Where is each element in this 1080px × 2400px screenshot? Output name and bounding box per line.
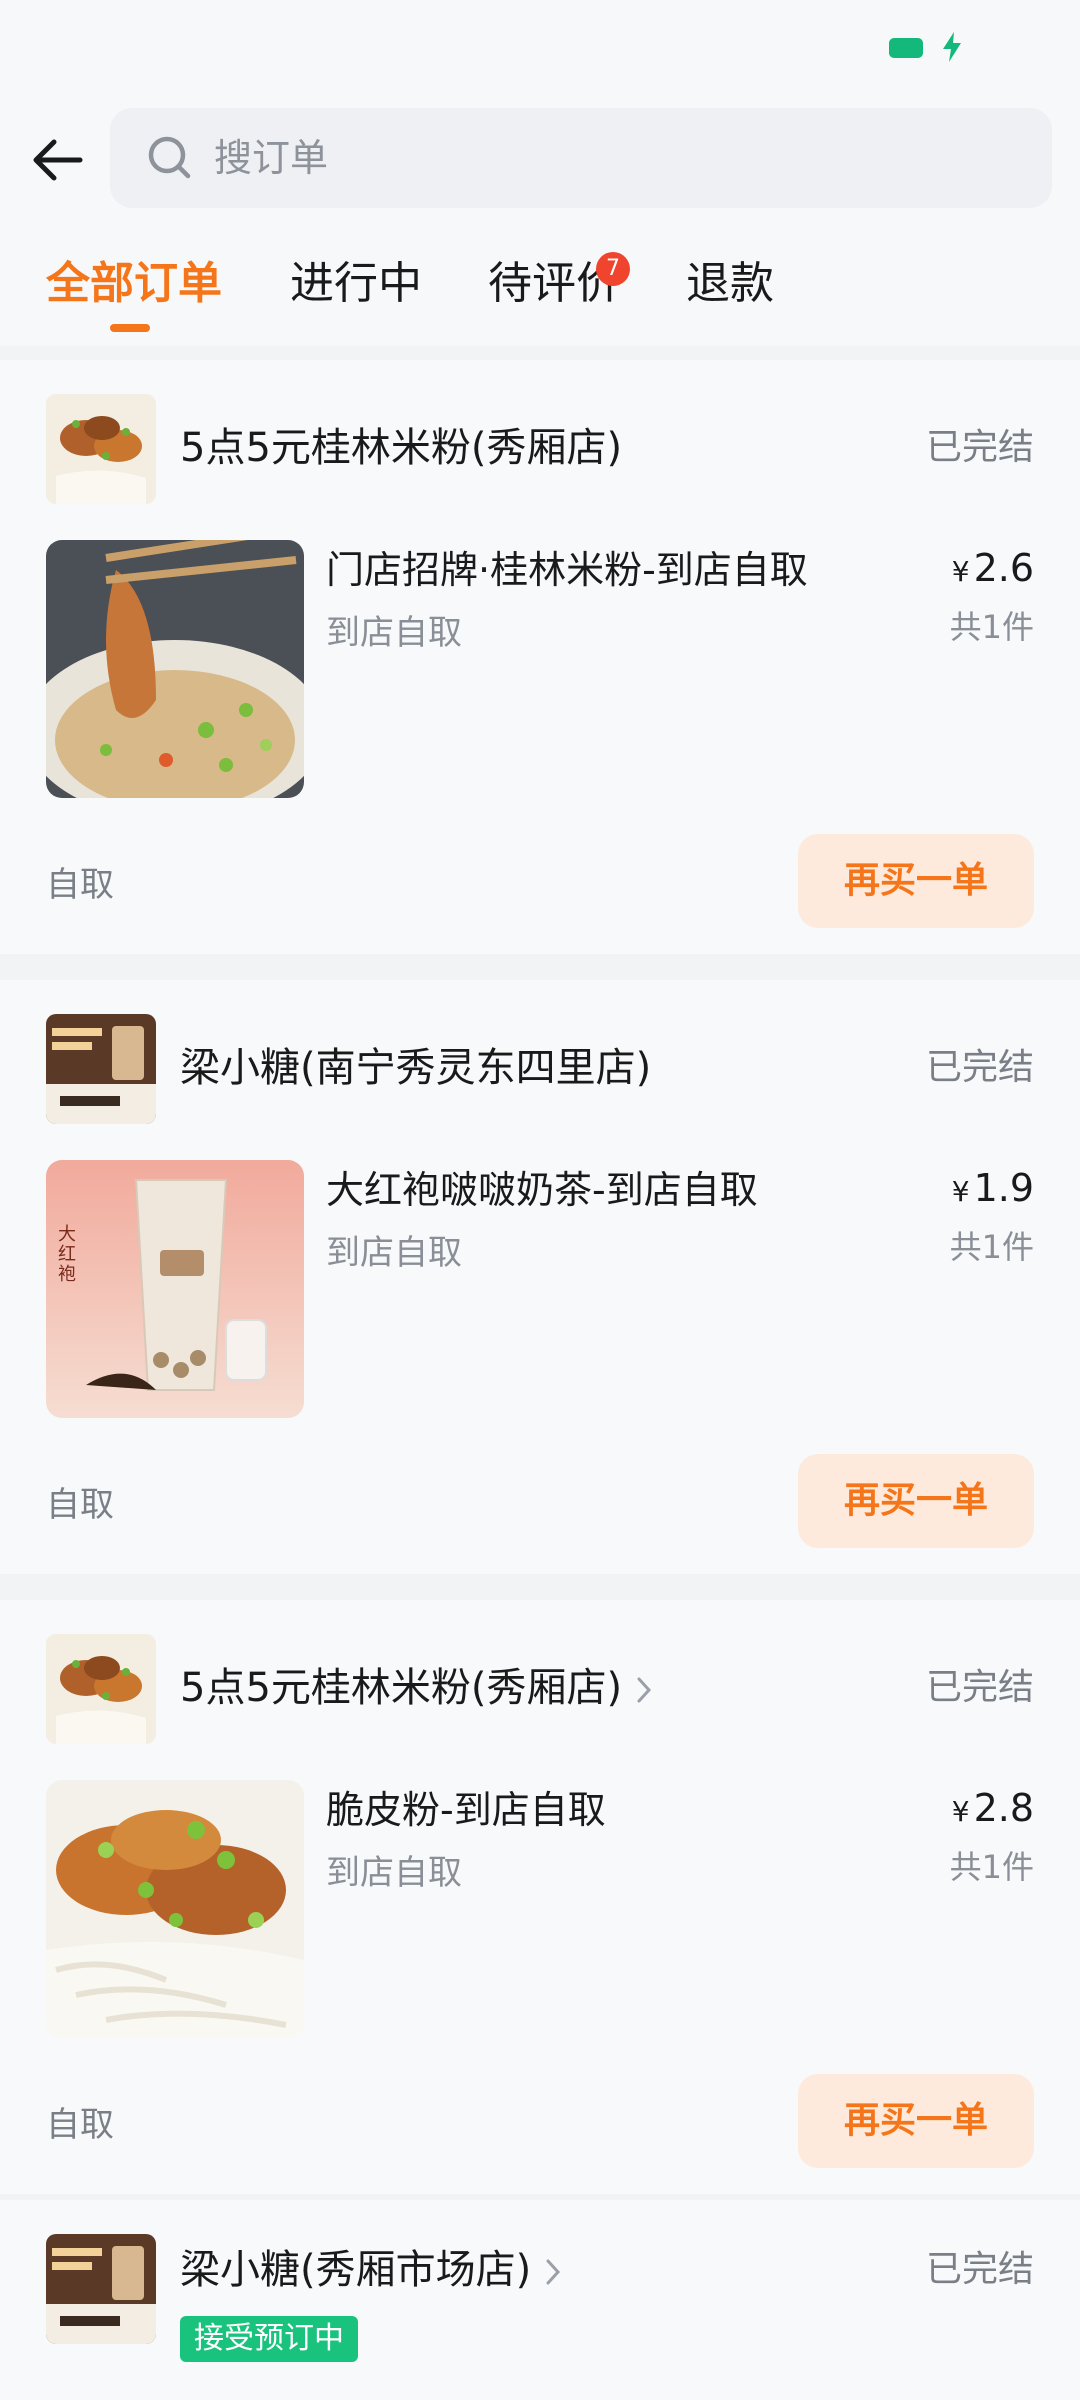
- item-quantity: 共1件: [949, 1228, 1034, 1266]
- search-placeholder: 搜订单: [214, 136, 329, 180]
- back-arrow-icon[interactable]: [28, 130, 88, 190]
- item-price: ¥1.9: [952, 1160, 1034, 1220]
- store-name-text: 5点5元桂林米粉(秀厢店): [180, 1665, 623, 1711]
- item-name[interactable]: 门店招牌·桂林米粉-到店自取: [326, 542, 808, 598]
- store-logo: [46, 1014, 156, 1124]
- preorder-tag: 接受预订中: [180, 2316, 358, 2362]
- store-logo: [46, 2234, 156, 2344]
- search-icon: [148, 136, 191, 179]
- price-value: 1.9: [973, 1166, 1034, 1210]
- store-logo: [46, 394, 156, 504]
- order-status: 已完结: [925, 427, 1034, 468]
- active-tab-indicator: [110, 324, 150, 332]
- chevron-right-icon: [637, 1677, 652, 1703]
- currency-symbol: ¥: [951, 1795, 970, 1828]
- item-price: ¥2.6: [952, 540, 1034, 600]
- item-pickup-label: 到店自取: [326, 1853, 462, 1893]
- order-card[interactable]: 梁小糖(南宁秀灵东四里店) 已完结 大 红 袍 大红袍啵啵奶茶-到店自取 到店自…: [0, 980, 1080, 1574]
- pending-review-badge: 7: [596, 252, 630, 286]
- charging-icon: [943, 32, 961, 62]
- order-method: 自取: [46, 865, 114, 905]
- order-method: 自取: [46, 1485, 114, 1525]
- store-logo: [46, 1634, 156, 1744]
- chevron-right-icon: [546, 2259, 561, 2285]
- tab-in-progress[interactable]: 进行中: [290, 254, 422, 314]
- price-value: 2.6: [973, 546, 1034, 590]
- currency-symbol: ¥: [951, 555, 970, 588]
- tab-refund[interactable]: 退款: [686, 254, 774, 314]
- order-card[interactable]: 5点5元桂林米粉(秀厢店) 已完结 脆皮粉-到店自取 到店自取 ¥2.8 共1件…: [0, 1600, 1080, 2194]
- order-method: 自取: [46, 2105, 114, 2145]
- tab-all-orders[interactable]: 全部订单: [46, 254, 222, 314]
- svg-text:袍: 袍: [58, 1264, 76, 1285]
- rebuy-button[interactable]: 再买一单: [798, 834, 1034, 928]
- battery-icon: [889, 38, 923, 58]
- item-pickup-label: 到店自取: [326, 613, 462, 653]
- store-name[interactable]: 梁小糖(南宁秀灵东四里店): [180, 1038, 651, 1098]
- item-name[interactable]: 脆皮粉-到店自取: [326, 1782, 606, 1838]
- order-tabs: 全部订单 进行中 待评价 7 退款: [0, 246, 1080, 336]
- item-pickup-label: 到店自取: [326, 1233, 462, 1273]
- store-name-text: 梁小糖(秀厢市场店): [180, 2247, 532, 2293]
- status-bar: [0, 0, 1080, 96]
- svg-text:大: 大: [58, 1224, 76, 1245]
- item-quantity: 共1件: [949, 1848, 1034, 1886]
- rebuy-button[interactable]: 再买一单: [798, 2074, 1034, 2168]
- store-name[interactable]: 梁小糖(秀厢市场店): [180, 2240, 561, 2300]
- order-card[interactable]: 梁小糖(秀厢市场店) 已完结 接受预订中: [0, 2200, 1080, 2400]
- order-status: 已完结: [925, 1667, 1034, 1708]
- item-price: ¥2.8: [952, 1780, 1034, 1840]
- svg-text:红: 红: [58, 1244, 76, 1265]
- item-quantity: 共1件: [949, 608, 1034, 646]
- item-image: [46, 1780, 304, 2038]
- rebuy-button[interactable]: 再买一单: [798, 1454, 1034, 1548]
- order-card[interactable]: 5点5元桂林米粉(秀厢店) 已完结 门店招牌·桂林米粉-到店自取 到店自取 ¥2…: [0, 360, 1080, 954]
- item-image: 大 红 袍: [46, 1160, 304, 1418]
- order-status: 已完结: [925, 2249, 1034, 2290]
- item-image: [46, 540, 304, 798]
- store-name[interactable]: 5点5元桂林米粉(秀厢店): [180, 418, 622, 478]
- header: 搜订单 全部订单 进行中 待评价 7 退款: [0, 96, 1080, 346]
- store-name[interactable]: 5点5元桂林米粉(秀厢店): [180, 1658, 652, 1718]
- item-name[interactable]: 大红袍啵啵奶茶-到店自取: [326, 1162, 758, 1218]
- price-value: 2.8: [973, 1786, 1034, 1830]
- currency-symbol: ¥: [951, 1175, 970, 1208]
- search-input[interactable]: 搜订单: [110, 108, 1052, 208]
- order-status: 已完结: [925, 1047, 1034, 1088]
